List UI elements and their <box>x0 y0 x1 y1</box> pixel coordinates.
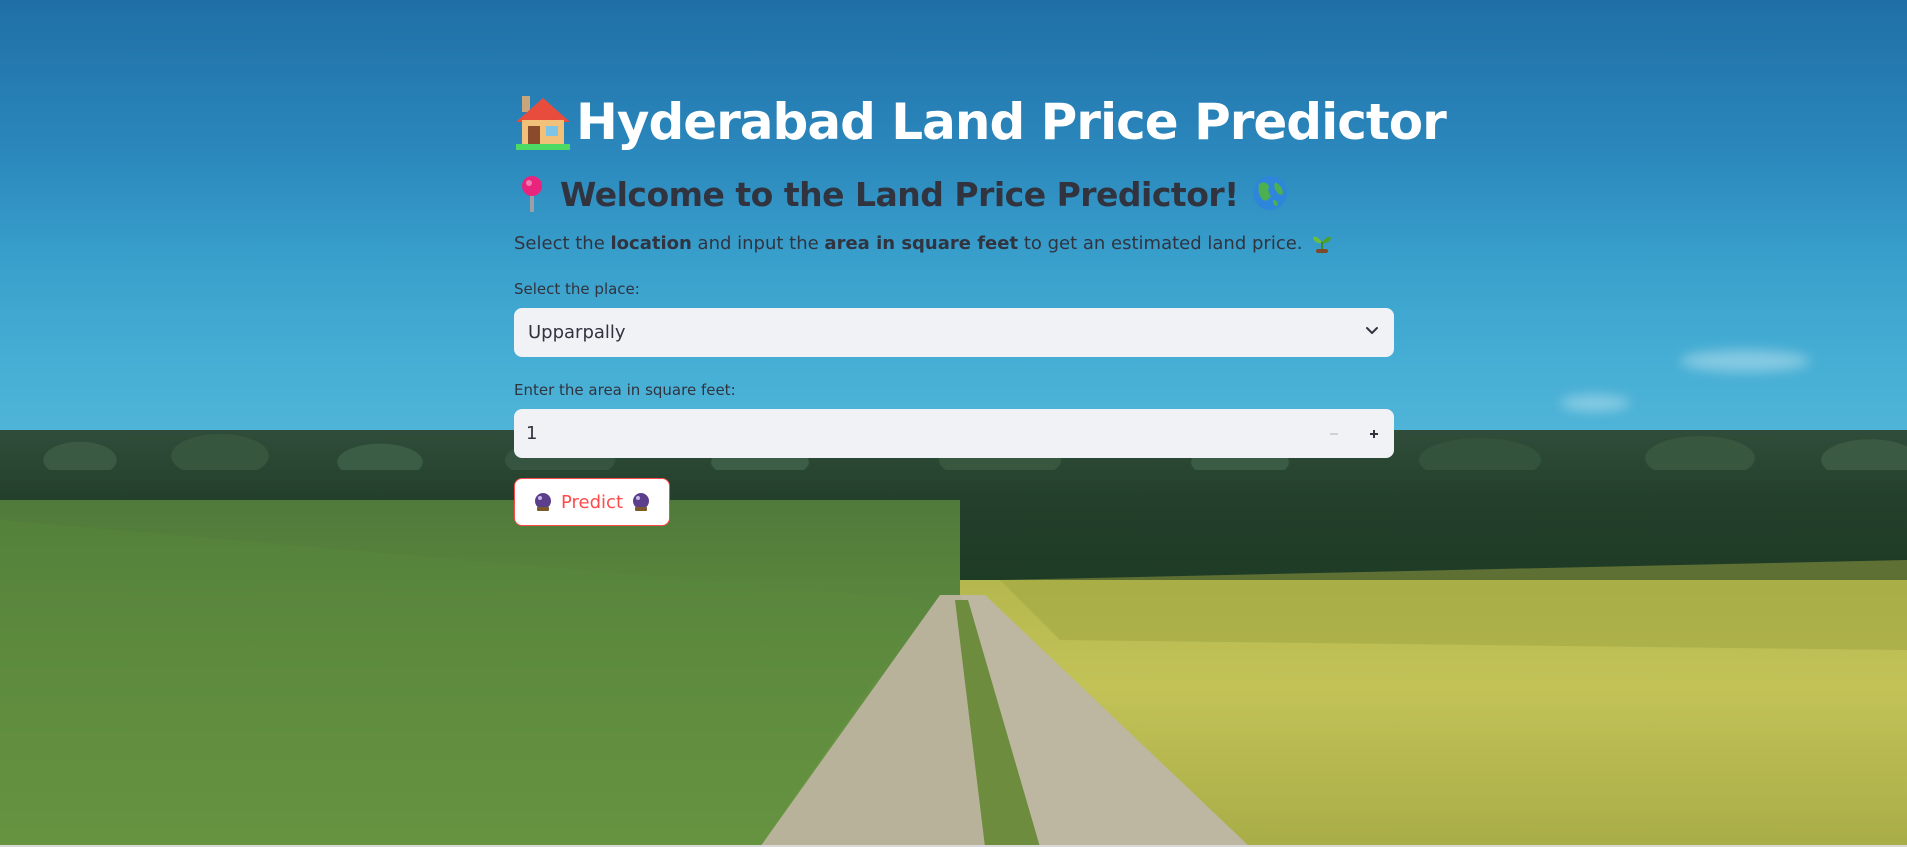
house-icon <box>514 94 572 150</box>
welcome-text: Welcome to the Land Price Predictor! <box>560 174 1239 214</box>
round-pushpin-icon <box>514 174 550 214</box>
intro-text-part: to get an estimated land price. <box>1018 232 1303 254</box>
crystal-ball-icon <box>631 492 651 512</box>
predict-button[interactable]: Predict <box>514 478 670 526</box>
welcome-heading: Welcome to the Land Price Predictor! <box>514 172 1394 216</box>
chevron-down-icon <box>1364 323 1380 343</box>
seedling-icon <box>1311 232 1333 254</box>
page-title: Hyderabad Land Price Predictor <box>576 93 1447 151</box>
decrement-button[interactable] <box>1314 409 1354 458</box>
crystal-ball-icon <box>533 492 553 512</box>
globe-icon <box>1251 174 1287 214</box>
plus-icon <box>1370 429 1378 438</box>
intro-text-bold-location: location <box>610 232 692 254</box>
area-number-field <box>514 409 1394 458</box>
main-content: Hyderabad Land Price Predictor Welcome t… <box>514 88 1447 526</box>
minus-icon <box>1330 432 1338 435</box>
intro-text: Select the location and input the area i… <box>514 230 1394 256</box>
place-select[interactable]: Upparpally <box>514 308 1394 357</box>
area-input-label: Enter the area in square feet: <box>514 381 736 399</box>
intro-text-part: Select the <box>514 232 611 254</box>
intro-text-part: and input the <box>691 232 825 254</box>
intro-text-bold-area: area in square feet <box>824 232 1019 254</box>
title-row: Hyderabad Land Price Predictor <box>514 88 1447 156</box>
area-input[interactable] <box>514 409 1314 458</box>
place-select-label: Select the place: <box>514 280 640 298</box>
increment-button[interactable] <box>1354 409 1394 458</box>
predict-button-label: Predict <box>561 491 623 513</box>
app-page: Hyderabad Land Price Predictor Welcome t… <box>0 0 1907 847</box>
place-select-value: Upparpally <box>528 322 626 343</box>
